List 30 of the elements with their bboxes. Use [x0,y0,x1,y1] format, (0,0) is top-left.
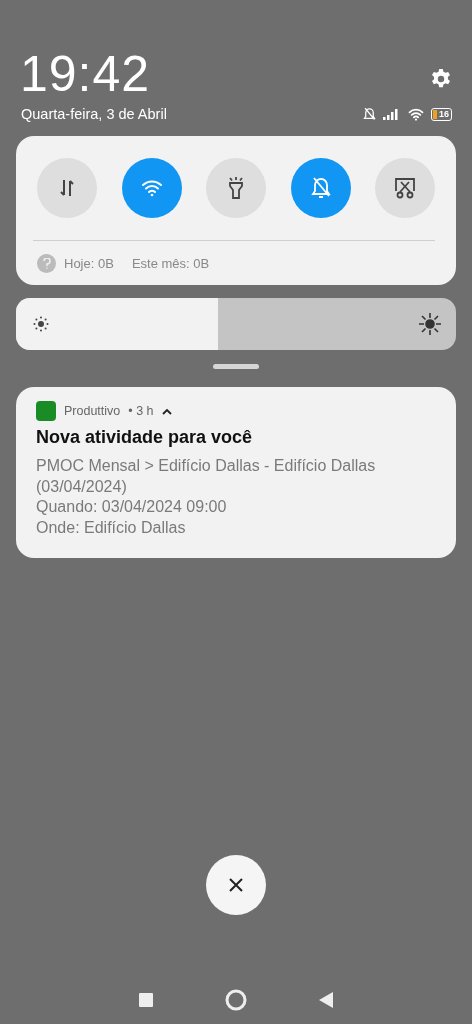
data-usage-month: Este mês: 0B [131,255,210,271]
screenshot-scissors-icon [393,176,417,200]
date-text: Quarta-feira, 3 de Abril [21,106,167,122]
notification-text: Quando: 03/04/2024 09:00 [36,497,228,517]
signal-icon [383,108,401,120]
app-icon [36,401,56,421]
brightness-slider[interactable] [16,298,456,350]
caret-icon[interactable] [161,407,172,415]
muted-bell-icon [362,106,377,122]
muted-bell-icon [309,176,332,200]
bright-sun-icon [418,312,442,336]
wifi-icon [140,179,163,197]
home-circle-icon[interactable] [225,989,247,1011]
settings-icon[interactable] [430,68,452,90]
notification-time: • 3 h [128,404,154,418]
app-name: Produttivo [64,404,121,418]
data-usage-today: Hoje: 0B [64,255,114,271]
notification-text: PMOC Mensal > Edifício Dallas - Edifício Dallas (03/04/2024) [36,456,377,497]
dim-sun-icon [33,316,49,332]
back-triangle-icon[interactable] [319,992,333,1008]
wifi-icon [407,107,425,121]
close-button[interactable] [206,855,266,915]
notification-card[interactable]: Produttivo • 3 h Nova atividade para você PMOC Mensal > Edifício Dallas - Edifício Dallas (03/04/2024) Quando: 03/04/2024 09:00 Onde: Edifício Dallas [16,387,456,558]
notification-text: Onde: Edifício Dallas [36,517,187,538]
battery-level: 16 [431,107,452,121]
drag-handle[interactable] [213,364,259,369]
close-icon [228,877,244,893]
clock-time: 19:42 [20,45,151,104]
notification-title: Nova atividade para você [36,427,254,448]
help-icon [37,253,56,273]
